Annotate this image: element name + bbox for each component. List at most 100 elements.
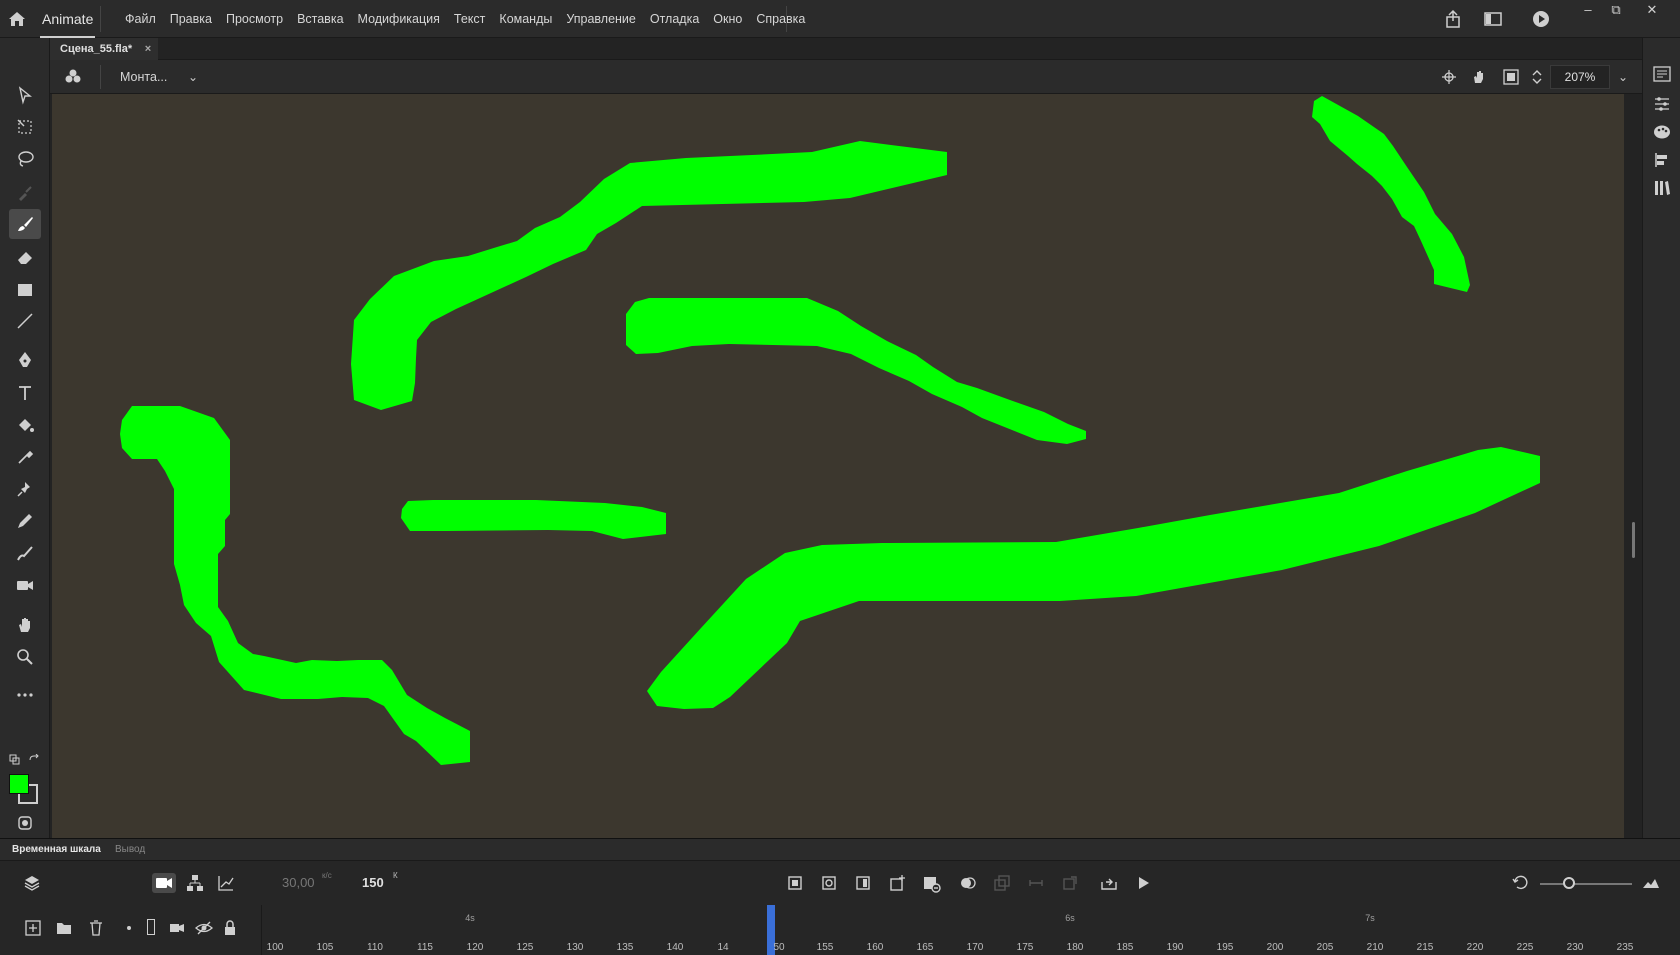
stage-canvas[interactable] — [52, 94, 1624, 838]
layer-parenting-icon[interactable] — [185, 873, 205, 893]
current-frame-value[interactable]: 150 — [362, 873, 384, 893]
frame-size-icon[interactable] — [1641, 873, 1661, 893]
default-colors-icon[interactable] — [28, 753, 40, 765]
paint-bucket-tool-icon[interactable] — [9, 410, 41, 440]
loop-playback-icon[interactable] — [1099, 873, 1119, 893]
close-button[interactable]: ✕ — [1638, 0, 1666, 20]
hand-tool-icon[interactable] — [9, 610, 41, 640]
timeline-zoom-thumb[interactable] — [1563, 877, 1575, 889]
brush-stroke[interactable] — [401, 500, 666, 539]
chevron-down-icon[interactable]: ⌄ — [188, 66, 198, 88]
menu-divider — [786, 6, 787, 32]
eraser-tool-icon[interactable] — [9, 242, 41, 272]
graph-editor-icon[interactable] — [216, 873, 236, 893]
onion-skin-icon[interactable] — [958, 873, 978, 893]
menu-window[interactable]: Окно — [706, 0, 749, 38]
insert-keyframe-icon[interactable] — [785, 873, 805, 893]
camera-toggle-icon[interactable] — [152, 873, 176, 893]
line-tool-icon[interactable] — [9, 306, 41, 336]
toolbar-divider — [100, 65, 101, 89]
lock-icon[interactable] — [221, 919, 239, 942]
lasso-tool-icon[interactable] — [9, 144, 41, 174]
play-icon[interactable] — [1133, 873, 1153, 893]
selection-tool-icon[interactable] — [9, 80, 41, 110]
swap-colors-icon[interactable] — [9, 753, 21, 765]
brush-stroke[interactable] — [1312, 96, 1470, 292]
loop-range-icon[interactable] — [1026, 873, 1046, 893]
menu-commands[interactable]: Команды — [492, 0, 559, 38]
layers-icon[interactable] — [22, 873, 42, 893]
zoom-input[interactable]: 207% — [1550, 65, 1610, 89]
menu-debug[interactable]: Отладка — [643, 0, 706, 38]
clip-outside-stage-icon[interactable] — [1502, 68, 1520, 86]
new-layer-icon[interactable] — [24, 919, 42, 942]
outline-toggle-icon[interactable] — [147, 919, 155, 935]
paste-frames-icon[interactable] — [1060, 873, 1080, 893]
auto-keyframe-icon[interactable] — [888, 873, 908, 893]
pen-tool-icon[interactable] — [9, 345, 41, 375]
menu-modify[interactable]: Модификация — [351, 0, 447, 38]
new-folder-icon[interactable] — [55, 919, 73, 942]
zoom-tool-icon[interactable] — [9, 642, 41, 672]
frame-ruler[interactable]: 4s 6s 7s 100 105 110 115 120 125 130 135… — [262, 905, 1680, 955]
visibility-icon[interactable] — [195, 919, 213, 942]
paint-brush-tool-icon[interactable] — [9, 209, 41, 239]
color-palette-icon[interactable] — [1652, 122, 1672, 142]
minimize-button[interactable]: – — [1574, 0, 1602, 20]
free-transform-tool-icon[interactable] — [9, 112, 41, 142]
menu-help[interactable]: Справка — [749, 0, 812, 38]
brush-stroke[interactable] — [626, 298, 1086, 444]
edit-scene-icon[interactable] — [64, 68, 82, 86]
document-tab[interactable]: Сцена_55.fla* × — [50, 38, 159, 60]
eyedropper-tool-icon[interactable] — [9, 442, 41, 472]
delete-layer-icon[interactable] — [87, 919, 105, 942]
close-tab-icon[interactable]: × — [145, 38, 151, 60]
highlight-layer-dot[interactable] — [127, 926, 131, 930]
stage-vertical-scrollbar[interactable] — [1628, 94, 1640, 838]
insert-blank-keyframe-icon[interactable] — [819, 873, 839, 893]
align-panel-icon[interactable] — [1652, 150, 1672, 170]
create-tween-icon[interactable] — [921, 873, 941, 893]
fluid-brush-tool-icon[interactable] — [9, 538, 41, 568]
object-drawing-icon[interactable] — [9, 808, 41, 838]
insert-frame-icon[interactable] — [853, 873, 873, 893]
brush-disabled-icon[interactable] — [9, 178, 41, 208]
menu-text[interactable]: Текст — [447, 0, 492, 38]
menu-control[interactable]: Управление — [559, 0, 643, 38]
properties-panel-icon[interactable] — [1652, 64, 1672, 84]
share-icon[interactable] — [1442, 8, 1464, 30]
center-stage-icon[interactable] — [1440, 68, 1458, 86]
menu-file[interactable]: Файл — [118, 0, 163, 38]
ruler-tick: 120 — [466, 942, 484, 953]
attach-camera-icon[interactable] — [168, 919, 186, 942]
settings-sliders-icon[interactable] — [1652, 94, 1672, 114]
brush-stroke[interactable] — [647, 447, 1540, 709]
tab-timeline[interactable]: Временная шкала — [12, 839, 101, 861]
brush-stroke[interactable] — [351, 141, 947, 410]
tab-output[interactable]: Вывод — [115, 839, 145, 861]
workspace-layout-icon[interactable] — [1482, 8, 1504, 30]
scrollbar-thumb[interactable] — [1632, 522, 1635, 558]
test-movie-icon[interactable] — [1530, 8, 1552, 30]
text-tool-icon[interactable] — [9, 378, 41, 408]
pencil-tool-icon[interactable] — [9, 506, 41, 536]
menu-insert[interactable]: Вставка — [290, 0, 350, 38]
timeline-zoom-slider[interactable] — [1540, 883, 1632, 885]
edit-multiple-frames-icon[interactable] — [992, 873, 1012, 893]
fill-color-swatch[interactable] — [9, 774, 29, 794]
more-tools-icon[interactable] — [9, 680, 41, 710]
rotate-stage-icon[interactable] — [1470, 68, 1488, 86]
home-icon[interactable] — [6, 8, 28, 30]
brush-stroke[interactable] — [120, 406, 470, 765]
restore-button[interactable]: ⧉ — [1602, 0, 1630, 20]
zoom-chevron-down-icon[interactable]: ⌄ — [1613, 65, 1633, 89]
menu-view[interactable]: Просмотр — [219, 0, 290, 38]
library-panel-icon[interactable] — [1652, 178, 1672, 198]
rectangle-tool-icon[interactable] — [9, 275, 41, 305]
menu-edit[interactable]: Правка — [163, 0, 219, 38]
fps-value[interactable]: 30,00 — [282, 873, 315, 893]
zoom-stepper-icon[interactable] — [1528, 68, 1546, 86]
camera-tool-icon[interactable] — [9, 570, 41, 600]
reset-zoom-icon[interactable] — [1511, 873, 1531, 893]
pin-tool-icon[interactable] — [9, 474, 41, 504]
